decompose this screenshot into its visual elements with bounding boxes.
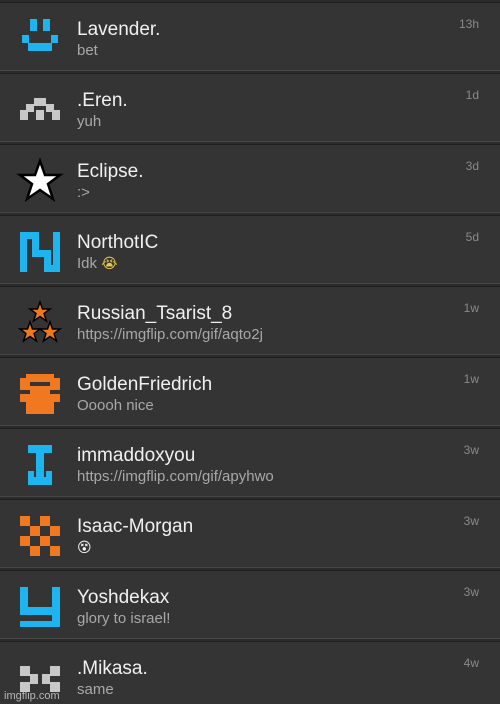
conversation-name: Eclipse.: [77, 161, 144, 182]
conversation-name: NorthotIC: [77, 232, 159, 253]
conversation-time: 1w: [463, 301, 479, 315]
conversation-row[interactable]: Yoshdekax glory to israel! 3w: [0, 570, 500, 639]
checker-avatar-icon[interactable]: [16, 512, 64, 560]
conversation-time: 3d: [465, 159, 479, 173]
conversation-row[interactable]: .Mikasa. same 4w: [0, 641, 500, 704]
conversation-preview: :>: [77, 184, 90, 201]
conversation-row[interactable]: .Eren. yuh 1d: [0, 73, 500, 142]
conversation-preview: https://imgflip.com/gif/aqto2j: [77, 326, 263, 343]
immaddoxyou-avatar-icon[interactable]: [16, 441, 64, 489]
conversation-name: GoldenFriedrich: [77, 374, 213, 395]
conversation-preview: Ooooh nice: [77, 397, 154, 414]
conversation-preview: yuh: [77, 113, 102, 130]
conversation-time: 3w: [463, 514, 479, 528]
conversation-preview: glory to israel!: [77, 610, 171, 627]
conversation-preview: bet: [77, 42, 98, 59]
conversation-time: 1w: [463, 372, 479, 386]
conversation-row[interactable]: NorthotIC Idk 😭 5d: [0, 215, 500, 284]
conversation-preview: same: [77, 681, 114, 698]
yoshdekax-avatar-icon[interactable]: [16, 583, 64, 631]
conversation-row[interactable]: Eclipse. :> 3d: [0, 144, 500, 213]
conversation-time: 1d: [465, 88, 479, 102]
conversation-row[interactable]: immaddoxyou https://imgflip.com/gif/apyh…: [0, 428, 500, 497]
conversation-preview: https://imgflip.com/gif/apyhwo: [77, 468, 274, 485]
watermark-text: imgflip.com: [4, 690, 60, 702]
conversation-name: Russian_Tsarist_8: [77, 303, 233, 324]
northotic-avatar-icon[interactable]: [16, 228, 64, 276]
conversation-name: Yoshdekax: [77, 587, 170, 608]
conversation-row[interactable]: GoldenFriedrich Ooooh nice 1w: [0, 357, 500, 426]
conversation-time: 3w: [463, 443, 479, 457]
conversation-row[interactable]: Isaac-Morgan 😵 3w: [0, 499, 500, 568]
goldenfriedrich-avatar-icon[interactable]: [16, 370, 64, 418]
conversation-name: .Mikasa.: [77, 658, 148, 679]
conversation-name: .Eren.: [77, 90, 128, 111]
conversation-time: 13h: [458, 17, 479, 31]
three-stars-avatar-icon[interactable]: [16, 299, 64, 347]
eren-avatar-icon[interactable]: [16, 86, 64, 134]
conversation-name: Isaac-Morgan: [77, 516, 194, 537]
conversation-row[interactable]: Lavender. bet 13h: [0, 2, 500, 71]
star-avatar-icon[interactable]: [16, 157, 64, 205]
conversation-time: 5d: [465, 230, 479, 244]
lavender-avatar-icon[interactable]: [16, 15, 64, 63]
conversation-time: 4w: [463, 656, 479, 670]
conversation-time: 3w: [463, 585, 479, 599]
message-text: Idk: [77, 255, 98, 272]
dizzy-face-emoji-icon: 😵: [77, 540, 92, 556]
crying-emoji-icon: 😭: [101, 256, 118, 272]
conversation-preview: 😵: [77, 539, 92, 557]
conversation-preview: Idk 😭: [77, 255, 118, 273]
conversation-name: Lavender.: [77, 19, 161, 40]
conversation-row[interactable]: Russian_Tsarist_8 https://imgflip.com/gi…: [0, 286, 500, 355]
conversation-name: immaddoxyou: [77, 445, 196, 466]
